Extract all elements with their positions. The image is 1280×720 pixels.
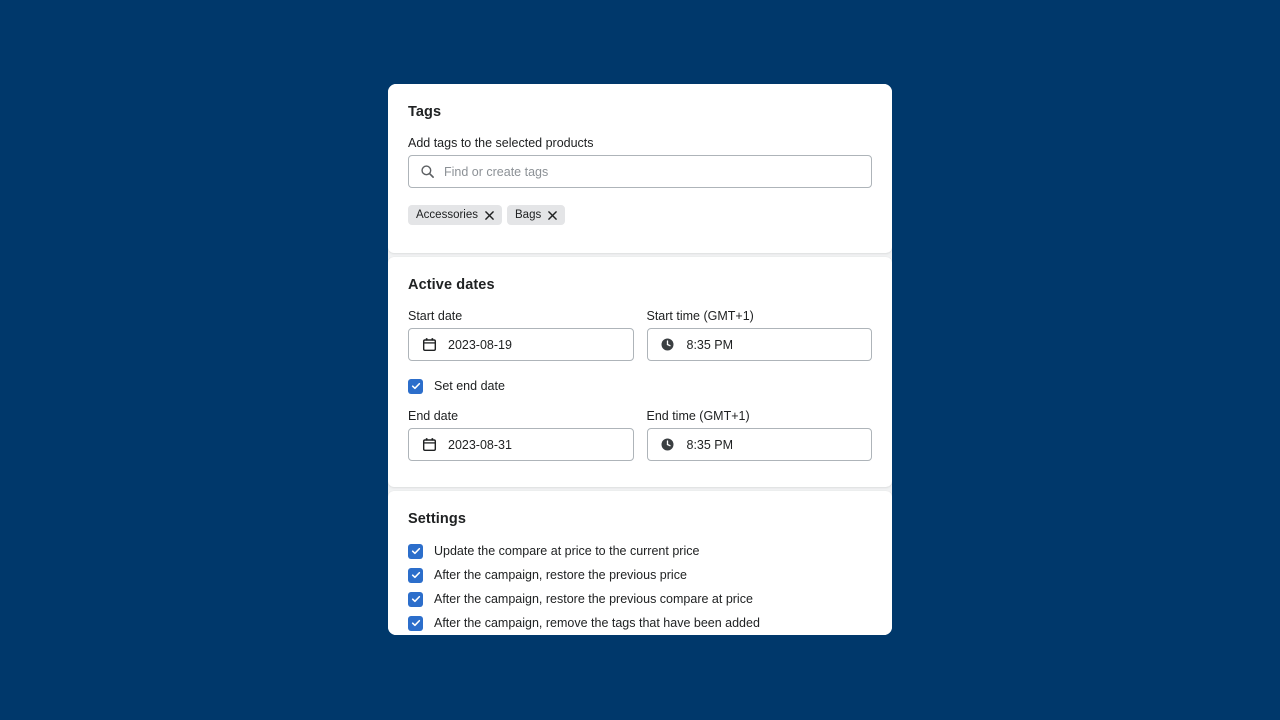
search-icon [419,164,435,180]
start-datetime-row: Start date 2023-08-19 Start time (GMT+1) [408,309,872,361]
settings-option-checkbox[interactable] [408,615,423,631]
settings-option-label: After the campaign, remove the tags that… [434,616,760,630]
end-time-input[interactable]: 8:35 PM [646,428,872,461]
tags-section-title: Tags [408,104,442,120]
settings-option-row[interactable]: Update the compare at price to the curre… [408,543,872,559]
settings-card: Settings Update the compare at price to … [388,491,892,635]
start-date-input[interactable]: 2023-08-19 [408,328,634,361]
start-time-value: 8:35 PM [686,337,734,352]
start-date-value: 2023-08-19 [448,337,512,352]
settings-option-label: After the campaign, restore the previous… [434,592,753,606]
active-dates-section-title: Active dates [408,277,495,293]
end-date-label: End date [408,409,459,423]
settings-option-row[interactable]: After the campaign, restore the previous… [408,591,872,607]
tag-chip-label: Bags [515,209,542,221]
start-time-input[interactable]: 8:35 PM [646,328,872,361]
end-datetime-row: End date 2023-08-31 End time (GMT+1) 8:3… [408,409,872,461]
end-time-label: End time (GMT+1) [646,409,750,423]
settings-option-label: Update the compare at price to the curre… [434,544,700,558]
settings-option-checkbox[interactable] [408,591,423,607]
tag-chip[interactable]: Bags [507,205,566,225]
settings-option-row[interactable]: After the campaign, remove the tags that… [408,615,872,631]
set-end-date-label: Set end date [434,379,505,393]
settings-section-title: Settings [408,511,466,527]
tag-search-field[interactable] [408,155,872,188]
tag-search-input[interactable] [444,164,861,179]
close-icon[interactable] [547,210,558,221]
tag-chip-list: Accessories Bags [408,205,872,225]
settings-option-row[interactable]: After the campaign, restore the previous… [408,567,872,583]
clock-icon [660,437,676,453]
bulk-edit-modal: Tags Add tags to the selected products A… [388,84,892,635]
end-time-group: End time (GMT+1) 8:35 PM [646,409,872,461]
active-dates-card: Active dates Start date 2023-08-19 Start… [388,257,892,487]
set-end-date-checkbox-row[interactable]: Set end date [408,378,872,394]
calendar-icon [421,437,437,453]
calendar-icon [421,337,437,353]
set-end-date-checkbox[interactable] [408,378,423,394]
start-date-label: Start date [408,309,463,323]
start-time-group: Start time (GMT+1) 8:35 PM [646,309,872,361]
settings-option-label: After the campaign, restore the previous… [434,568,687,582]
clock-icon [660,337,676,353]
start-time-label: Start time (GMT+1) [646,309,754,323]
tag-chip-label: Accessories [416,209,478,221]
tag-chip[interactable]: Accessories [408,205,502,225]
settings-option-checkbox[interactable] [408,543,423,559]
tags-description: Add tags to the selected products [408,136,594,150]
settings-option-list: Update the compare at price to the curre… [408,543,872,631]
close-icon[interactable] [484,210,495,221]
start-date-group: Start date 2023-08-19 [408,309,634,361]
end-time-value: 8:35 PM [686,437,734,452]
tags-card: Tags Add tags to the selected products A… [388,84,892,253]
end-date-value: 2023-08-31 [448,437,512,452]
settings-option-checkbox[interactable] [408,567,423,583]
end-date-input[interactable]: 2023-08-31 [408,428,634,461]
end-date-group: End date 2023-08-31 [408,409,634,461]
